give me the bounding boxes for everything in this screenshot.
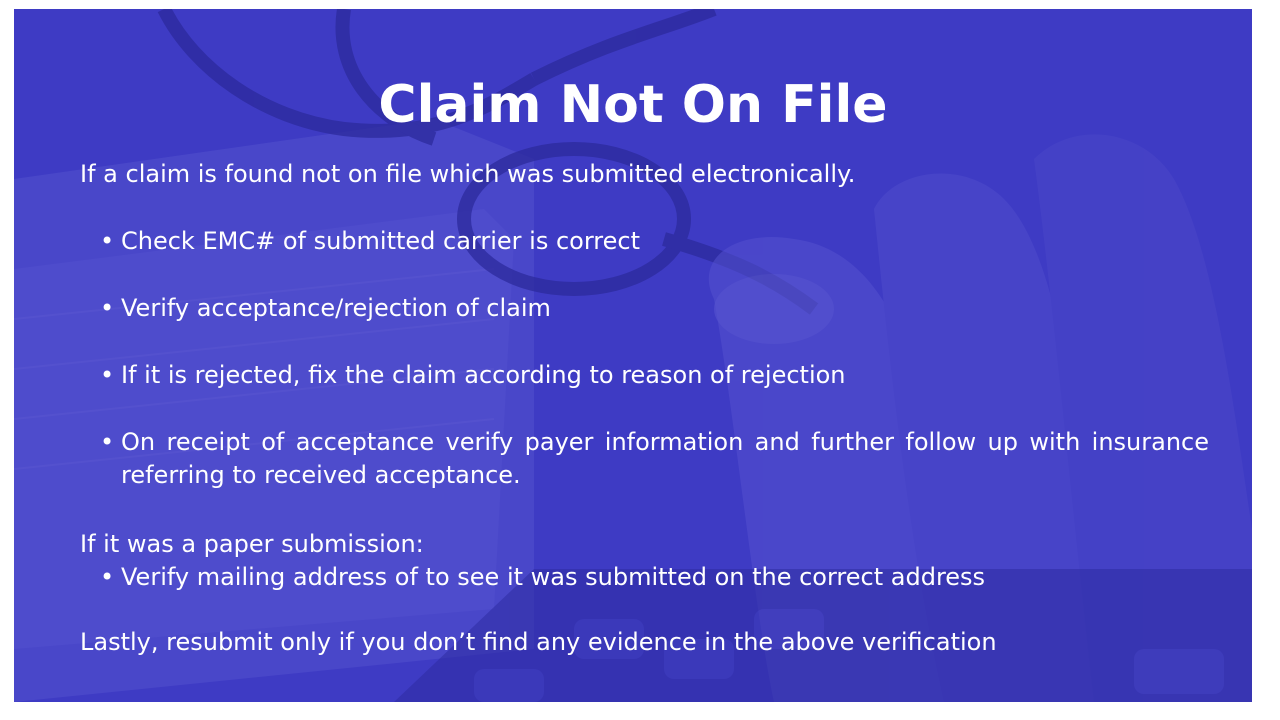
bullet-dot-icon: • [100,428,115,456]
slide-content: Claim Not On File If a claim is found no… [14,9,1252,702]
list-item-text: If it is rejected, fix the claim accordi… [121,361,846,389]
list-item: • If it is rejected, fix the claim accor… [100,359,846,392]
intro-text: If a claim is found not on file which wa… [80,160,856,188]
list-item-text: Check EMC# of submitted carrier is corre… [121,227,641,255]
list-item: • Check EMC# of submitted carrier is cor… [100,225,640,258]
slide: Claim Not On File If a claim is found no… [14,9,1252,702]
list-item: • On receipt of acceptance verify payer … [100,426,1209,492]
bullet-dot-icon: • [100,563,115,591]
bullet-dot-icon: • [100,227,115,255]
closing-text: Lastly, resubmit only if you don’t find … [80,628,997,656]
slide-title: Claim Not On File [378,75,888,135]
list-item-line: referring to received acceptance. [121,461,521,489]
list-item: • Verify acceptance/rejection of claim [100,292,551,325]
list-item-line: On receipt of acceptance verify payer in… [121,428,1209,456]
list-item-text: Verify acceptance/rejection of claim [121,294,551,322]
paper-heading: If it was a paper submission: [80,530,424,558]
bullet-dot-icon: • [100,361,115,389]
list-item-text: On receipt of acceptance verify payer in… [121,426,1209,492]
list-item: • Verify mailing address of to see it wa… [100,561,985,594]
bullet-dot-icon: • [100,294,115,322]
list-item-text: Verify mailing address of to see it was … [121,563,986,591]
